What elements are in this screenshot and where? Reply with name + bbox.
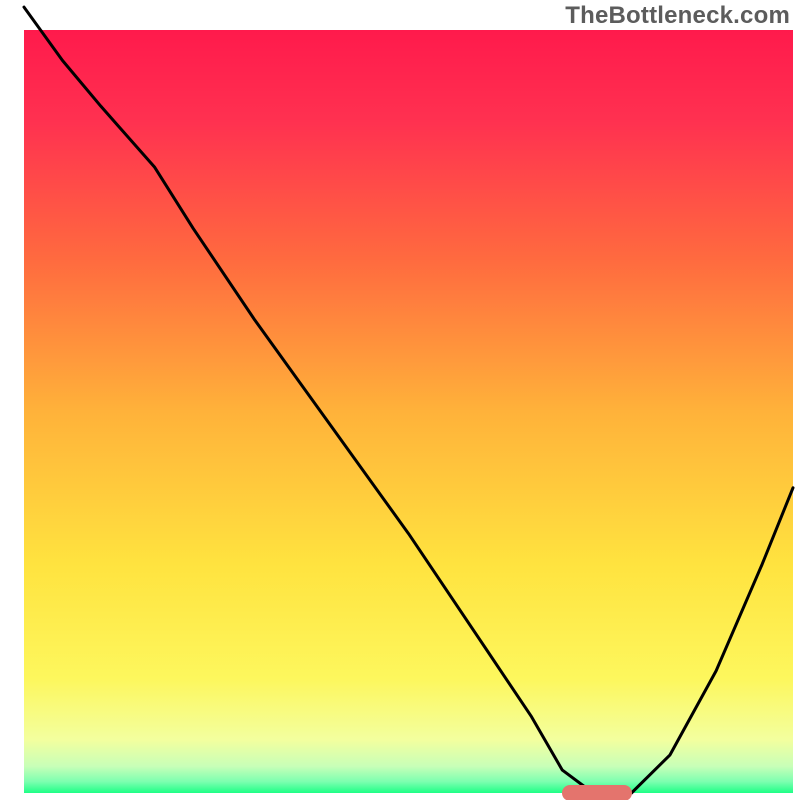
chart-stage: { "watermark": "TheBottleneck.com", "plo… — [0, 0, 800, 800]
plot-background — [24, 30, 793, 793]
watermark-text: TheBottleneck.com — [565, 2, 790, 30]
bottleneck-chart — [0, 0, 800, 800]
optimal-range-marker — [562, 785, 631, 800]
